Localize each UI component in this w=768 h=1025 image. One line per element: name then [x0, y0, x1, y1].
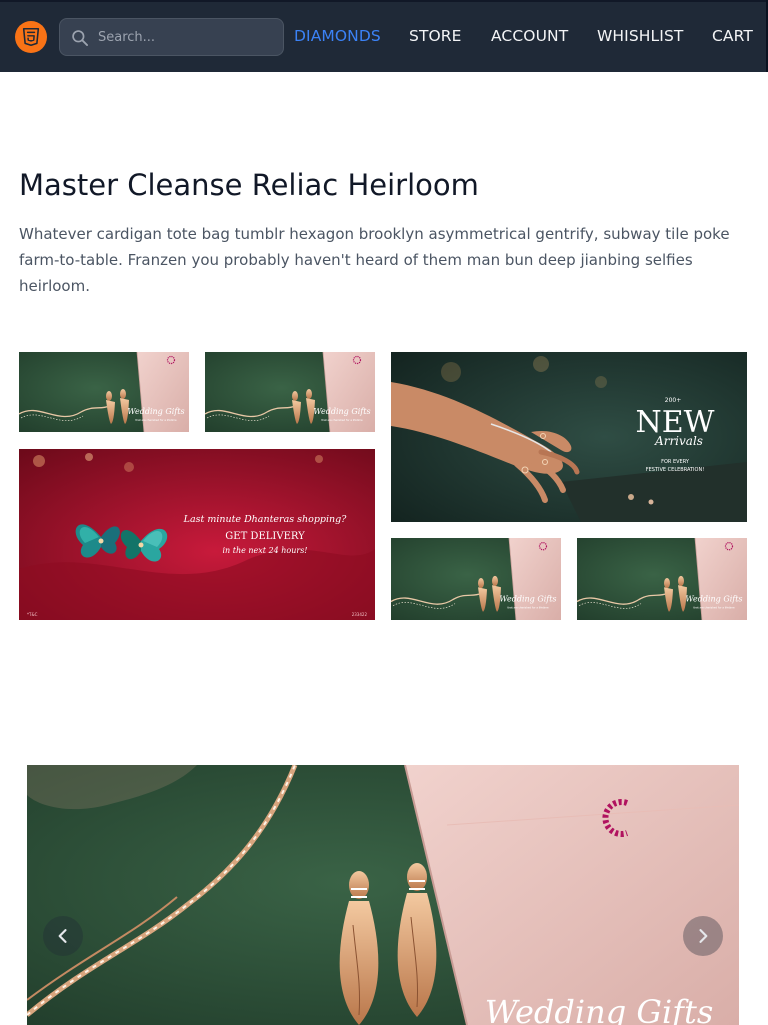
- arrivals-script: Arrivals: [654, 434, 703, 448]
- new-arrivals-banner-image: 200+ NEW Arrivals FOR EVERY FESTIVE CELE…: [391, 352, 747, 522]
- carousel-next-button[interactable]: [683, 916, 723, 956]
- nav-top-border: [0, 0, 768, 2]
- wedding-banner-subtext: that are cherished for a lifetime: [693, 606, 735, 610]
- gallery-image-dhanteras[interactable]: Last minute Dhanteras shopping? GET DELI…: [19, 449, 375, 620]
- search-icon[interactable]: [70, 28, 90, 48]
- nav-link-wishlist[interactable]: WHISHLIST: [597, 27, 683, 45]
- gallery-image-wedding-4[interactable]: Wedding Gifts that are cherished for a l…: [577, 538, 747, 620]
- dhanteras-line-2: GET DELIVERY: [225, 531, 305, 542]
- gallery-image-new-arrivals[interactable]: 200+ NEW Arrivals FOR EVERY FESTIVE CELE…: [391, 352, 747, 522]
- wedding-gifts-image: Wedding Gifts that are cherished for a l…: [577, 538, 747, 620]
- wedding-banner-subtext: that are cherished for a lifetime: [135, 418, 177, 422]
- carousel-prev-button[interactable]: [43, 916, 83, 956]
- chevron-left-icon: [58, 929, 67, 943]
- page-description: Whatever cardigan tote bag tumblr hexago…: [19, 225, 730, 295]
- arrivals-sub-1: FOR EVERY: [661, 459, 690, 465]
- search-input[interactable]: [98, 19, 278, 55]
- gallery-image-wedding-3[interactable]: Wedding Gifts that are cherished for a l…: [391, 538, 561, 620]
- dhanteras-line-1: Last minute Dhanteras shopping?: [183, 514, 348, 525]
- dhanteras-footer-right: 233422: [352, 612, 368, 617]
- wedding-banner-subtext: that are cherished for a lifetime: [507, 606, 549, 610]
- nav-link-account[interactable]: ACCOUNT: [491, 27, 568, 45]
- top-nav: DIAMONDS STORE ACCOUNT WHISHLIST CART: [0, 0, 768, 72]
- wedding-banner-text: Wedding Gifts: [313, 407, 370, 416]
- nav-link-cart[interactable]: CART: [712, 27, 753, 45]
- gallery-image-wedding-1[interactable]: Wedding Gifts that are cherished for a l…: [19, 352, 189, 432]
- html5-icon: [22, 27, 40, 47]
- nav-link-diamonds[interactable]: DIAMONDS: [294, 27, 381, 45]
- wedding-banner-text: Wedding Gifts: [685, 593, 742, 603]
- wedding-banner-text: Wedding Gifts: [499, 593, 556, 603]
- dhanteras-line-3: in the next 24 hours!: [222, 546, 307, 555]
- carousel-slide-image: Wedding Gifts: [27, 765, 739, 1025]
- arrivals-count: 200+: [665, 397, 681, 404]
- html5-logo-icon[interactable]: [15, 21, 47, 53]
- dhanteras-banner-image: Last minute Dhanteras shopping? GET DELI…: [19, 449, 375, 620]
- wedding-banner-text: Wedding Gifts: [127, 407, 184, 416]
- arrivals-sub-2: FESTIVE CELEBRATION!: [646, 467, 704, 473]
- wedding-gifts-image: Wedding Gifts that are cherished for a l…: [19, 352, 189, 432]
- dhanteras-footer-left: *T&C: [27, 612, 38, 617]
- wedding-gifts-image: Wedding Gifts that are cherished for a l…: [205, 352, 375, 432]
- carousel-banner-text: Wedding Gifts: [485, 993, 714, 1025]
- gallery-image-wedding-2[interactable]: Wedding Gifts that are cherished for a l…: [205, 352, 375, 432]
- wedding-gifts-image: Wedding Gifts that are cherished for a l…: [391, 538, 561, 620]
- page-title: Master Cleanse Reliac Heirloom: [19, 168, 479, 202]
- search-box: [59, 18, 284, 56]
- chevron-right-icon: [699, 929, 708, 943]
- carousel: Wedding Gifts: [27, 765, 739, 1025]
- nav-link-store[interactable]: STORE: [409, 27, 462, 45]
- wedding-banner-subtext: that are cherished for a lifetime: [321, 418, 363, 422]
